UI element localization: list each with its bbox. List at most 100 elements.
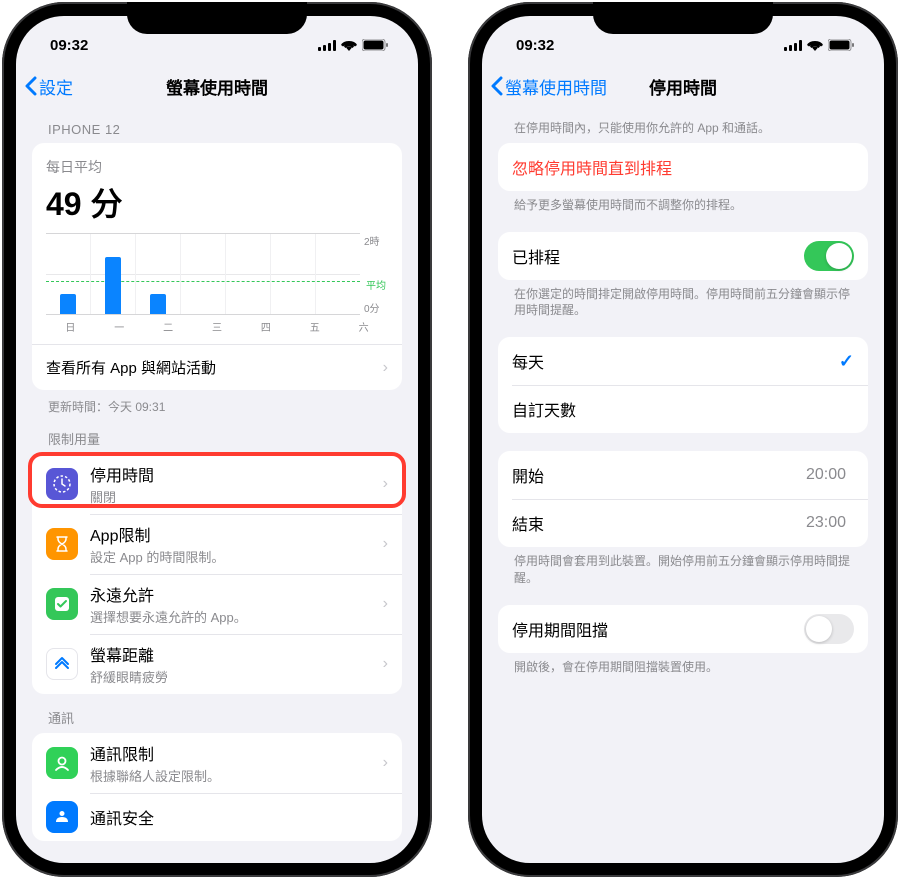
comm-title: 通訊限制: [90, 741, 383, 765]
device-header: IPHONE 12: [32, 108, 402, 143]
nav-bar: 螢幕使用時間 停用時間: [482, 64, 884, 108]
row-comm-limits[interactable]: 通訊限制 根據聯絡人設定限制。 ›: [32, 733, 402, 793]
see-all-label: 查看所有 App 與網站活動: [46, 357, 216, 378]
hourglass-icon: [46, 528, 78, 560]
custom-days-label: 自訂天數: [512, 397, 854, 421]
row-start-time[interactable]: 開始 20:00: [498, 451, 868, 499]
back-button[interactable]: 設定: [24, 74, 73, 99]
block-toggle[interactable]: [804, 614, 854, 644]
y-bot: 0分: [364, 300, 388, 315]
chevron-left-icon: [24, 76, 37, 96]
applimits-title: App限制: [90, 522, 383, 546]
row-every-day[interactable]: 每天 ✓: [498, 337, 868, 385]
downtime-icon: [46, 468, 78, 500]
y-top: 2時: [364, 233, 388, 248]
intro-text: 在停用時間內，只能使用你允許的 App 和通話。: [498, 108, 868, 137]
ignore-label: 忽略停用時間直到排程: [512, 155, 672, 179]
screen-right: 09:32 螢幕使用時間 停用時間 在停用時間內，只能使用你允許的 App 和通…: [482, 16, 884, 863]
updated-time: 更新時間：今天 09:31: [32, 390, 402, 415]
limits-group: 停用時間 關閉 › App限制 設定 App 的時間限制。 ›: [32, 454, 402, 694]
row-block[interactable]: 停用期間阻擋: [498, 605, 868, 653]
block-footer: 開啟後，會在停用期間阻擋裝置使用。: [498, 653, 868, 676]
chart: 2時 平均 0分: [46, 233, 388, 315]
distance-sub: 舒緩眼睛疲勞: [90, 667, 383, 686]
battery-icon: [362, 39, 388, 51]
scheduled-label: 已排程: [512, 244, 804, 268]
frequency-card: 每天 ✓ 自訂天數: [498, 337, 868, 433]
row-end-time[interactable]: 結束 23:00: [498, 499, 868, 547]
row-app-limits[interactable]: App限制 設定 App 的時間限制。 ›: [32, 514, 402, 574]
distance-title: 螢幕距離: [90, 642, 383, 666]
distance-icon: [46, 648, 78, 680]
y-avg: 平均: [366, 277, 386, 292]
chevron-left-icon: [490, 76, 503, 96]
row-downtime[interactable]: 停用時間 關閉 ›: [32, 454, 402, 514]
chevron-right-icon: ›: [383, 475, 388, 493]
chevron-right-icon: ›: [383, 754, 388, 772]
status-icons: [784, 39, 854, 51]
comm-safety-icon: [46, 801, 78, 833]
chevron-right-icon: ›: [383, 359, 388, 377]
chevron-right-icon: ›: [383, 535, 388, 553]
end-value: 23:00: [806, 514, 846, 532]
applimits-sub: 設定 App 的時間限制。: [90, 547, 383, 566]
scheduled-toggle[interactable]: [804, 241, 854, 271]
always-title: 永遠允許: [90, 582, 383, 606]
content-right[interactable]: 在停用時間內，只能使用你允許的 App 和通話。 忽略停用時間直到排程 給予更多…: [482, 108, 884, 863]
notch: [127, 2, 307, 34]
block-label: 停用期間阻擋: [512, 617, 804, 641]
always-sub: 選擇想要永遠允許的 App。: [90, 607, 383, 626]
comm-icon: [46, 747, 78, 779]
status-time: 09:32: [50, 37, 88, 54]
ignore-card: 忽略停用時間直到排程: [498, 143, 868, 191]
screen-left: 09:32 設定 螢幕使用時間 IPHONE 12 每日平均 49 分: [16, 16, 418, 863]
wifi-icon: [807, 39, 823, 51]
downtime-title: 停用時間: [90, 462, 383, 486]
time-card: 開始 20:00 結束 23:00: [498, 451, 868, 547]
status-icons: [318, 39, 388, 51]
status-time: 09:32: [516, 37, 554, 54]
nav-bar: 設定 螢幕使用時間: [16, 64, 418, 108]
checkmark-icon: ✓: [839, 351, 854, 372]
usage-chart-card[interactable]: 每日平均 49 分 2時 平均 0分 日一二三四五六 查: [32, 143, 402, 390]
back-label: 設定: [39, 74, 73, 99]
page-title: 螢幕使用時間: [16, 74, 418, 99]
daily-avg-label: 每日平均: [46, 157, 388, 177]
downtime-sub: 關閉: [90, 487, 383, 506]
check-shield-icon: [46, 588, 78, 620]
start-value: 20:00: [806, 466, 846, 484]
notch: [593, 2, 773, 34]
comm-group: 通訊限制 根據聯絡人設定限制。 › 通訊安全: [32, 733, 402, 841]
time-footer: 停用時間會套用到此裝置。開始停用前五分鐘會顯示停用時間提醒。: [498, 547, 868, 587]
x-axis: 日一二三四五六: [46, 319, 388, 334]
phone-left: 09:32 設定 螢幕使用時間 IPHONE 12 每日平均 49 分: [2, 2, 432, 877]
comm-safety-title: 通訊安全: [90, 805, 388, 829]
end-label: 結束: [512, 511, 806, 535]
scheduled-footer: 在你選定的時間排定開啟停用時間。停用時間前五分鐘會顯示停用時間提醒。: [498, 280, 868, 320]
start-label: 開始: [512, 463, 806, 487]
block-card: 停用期間阻擋: [498, 605, 868, 653]
comm-sub: 根據聯絡人設定限制。: [90, 766, 383, 785]
phone-right: 09:32 螢幕使用時間 停用時間 在停用時間內，只能使用你允許的 App 和通…: [468, 2, 898, 877]
row-scheduled[interactable]: 已排程: [498, 232, 868, 280]
battery-icon: [828, 39, 854, 51]
every-day-label: 每天: [512, 349, 839, 373]
ignore-footer: 給予更多螢幕使用時間而不調整你的排程。: [498, 191, 868, 214]
row-screen-distance[interactable]: 螢幕距離 舒緩眼睛疲勞 ›: [32, 634, 402, 694]
back-button[interactable]: 螢幕使用時間: [490, 74, 607, 99]
row-ignore-schedule[interactable]: 忽略停用時間直到排程: [498, 143, 868, 191]
comm-header: 通訊: [32, 694, 402, 733]
scheduled-card: 已排程: [498, 232, 868, 280]
wifi-icon: [341, 39, 357, 51]
back-label: 螢幕使用時間: [505, 74, 607, 99]
row-always-allowed[interactable]: 永遠允許 選擇想要永遠允許的 App。 ›: [32, 574, 402, 634]
chevron-right-icon: ›: [383, 655, 388, 673]
daily-avg-value: 49 分: [46, 179, 388, 225]
see-all-activity[interactable]: 查看所有 App 與網站活動 ›: [32, 344, 402, 390]
limits-header: 限制用量: [32, 415, 402, 454]
content-left[interactable]: IPHONE 12 每日平均 49 分 2時 平均 0分 日一: [16, 108, 418, 863]
row-custom-days[interactable]: 自訂天數: [498, 385, 868, 433]
chevron-right-icon: ›: [383, 595, 388, 613]
row-comm-safety[interactable]: 通訊安全: [32, 793, 402, 841]
cellular-icon: [318, 40, 336, 51]
